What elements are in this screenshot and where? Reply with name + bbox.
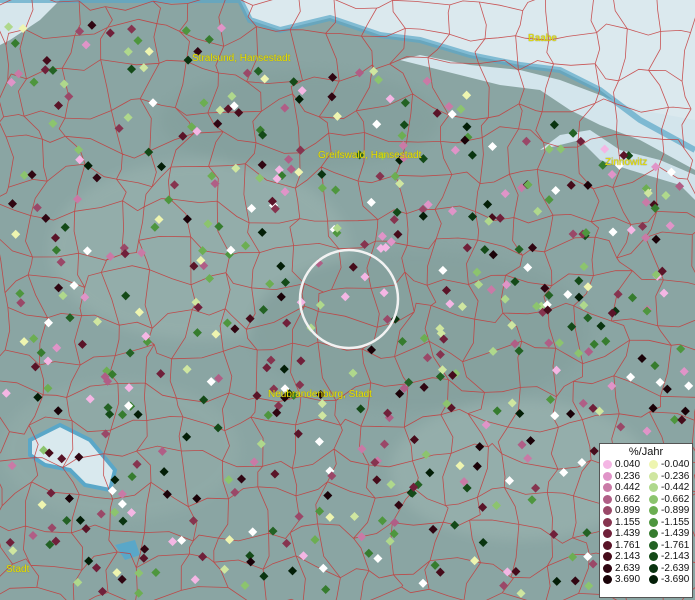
legend-row: 2.639 -2.639	[600, 563, 692, 575]
legend-value: -0.662	[661, 493, 690, 505]
legend-entry: 0.040	[600, 459, 646, 470]
legend-row: 1.439 -1.439	[600, 528, 692, 540]
legend-entry: 1.439	[600, 528, 646, 539]
legend-row: 0.442 -0.442	[600, 482, 692, 494]
legend-value: -1.155	[661, 516, 690, 528]
legend-swatch	[649, 506, 658, 516]
legend-entry: -3.690	[646, 574, 692, 585]
legend-swatch	[603, 529, 612, 539]
legend-value: -0.442	[661, 482, 690, 494]
legend-entry: -0.662	[646, 494, 692, 505]
legend-entry: 3.690	[600, 574, 646, 585]
legend-value: -0.899	[661, 505, 690, 517]
legend-row: 1.761 -1.761	[600, 540, 692, 552]
legend-swatch	[649, 552, 658, 562]
legend-value: 1.761	[615, 539, 641, 551]
legend-entry: -1.155	[646, 517, 692, 528]
legend-entry: 1.155	[600, 517, 646, 528]
legend-swatch	[649, 517, 658, 527]
legend-row: 0.662 -0.662	[600, 494, 692, 506]
legend-entry: -0.236	[646, 471, 692, 482]
legend-entry: 0.236	[600, 471, 646, 482]
legend-swatch	[603, 506, 612, 516]
legend-entry: -0.899	[646, 505, 692, 516]
legend-swatch	[603, 517, 612, 527]
legend-value: 2.143	[615, 551, 641, 563]
city-label-stadt: Stadt	[6, 564, 30, 575]
city-label-stralsund: Stralsund, Hansestadt	[192, 53, 291, 64]
legend-value: 3.690	[615, 574, 641, 586]
legend-row: 3.690 -3.690	[600, 574, 692, 586]
legend-rows: 0.040 -0.040 0.236 -0.236 0.442 -0.442 0.662 -0…	[600, 459, 692, 586]
legend-value: 0.236	[615, 470, 641, 482]
legend-swatch	[603, 460, 612, 470]
legend-entry: -2.639	[646, 563, 692, 574]
city-label-baabe: Baabe	[528, 33, 557, 44]
legend-value: -1.761	[661, 539, 690, 551]
legend-value: 1.439	[615, 528, 641, 540]
legend-swatch	[649, 483, 658, 493]
legend-swatch	[603, 563, 612, 573]
legend-swatch	[603, 471, 612, 481]
legend-entry: 2.143	[600, 551, 646, 562]
legend-value: 1.155	[615, 516, 641, 528]
legend-swatch	[603, 552, 612, 562]
city-label-greifswald: Greifswald, Hansestadt	[318, 150, 422, 161]
legend-value: -0.040	[661, 459, 690, 471]
legend-entry: -1.761	[646, 540, 692, 551]
legend-entry: 0.442	[600, 482, 646, 493]
legend-entry: 0.662	[600, 494, 646, 505]
legend-swatch	[649, 540, 658, 550]
legend-value: -2.143	[661, 551, 690, 563]
legend-swatch	[649, 563, 658, 573]
legend-value: -3.690	[661, 574, 690, 586]
legend-row: 2.143 -2.143	[600, 551, 692, 563]
legend-entry: -0.442	[646, 482, 692, 493]
legend-entry: 2.639	[600, 563, 646, 574]
legend-swatch	[649, 460, 658, 470]
legend-row: 0.040 -0.040	[600, 459, 692, 471]
legend-value: 0.662	[615, 493, 641, 505]
legend-entry: 1.761	[600, 540, 646, 551]
legend-swatch	[603, 575, 612, 585]
legend-value: 2.639	[615, 562, 641, 574]
legend-swatch	[649, 471, 658, 481]
legend-entry: -2.143	[646, 551, 692, 562]
legend: %/Jahr 0.040 -0.040 0.236 -0.236 0.442 -0.442…	[599, 443, 693, 598]
legend-swatch	[603, 483, 612, 493]
legend-row: 0.899 -0.899	[600, 505, 692, 517]
legend-value: 0.040	[615, 459, 641, 471]
legend-swatch	[649, 575, 658, 585]
map-canvas[interactable]	[0, 0, 695, 600]
legend-entry: -1.439	[646, 528, 692, 539]
legend-value: 0.442	[615, 482, 641, 494]
legend-row: 0.236 -0.236	[600, 471, 692, 483]
legend-swatch	[603, 540, 612, 550]
legend-value: -2.639	[661, 562, 690, 574]
legend-swatch	[649, 494, 658, 504]
legend-entry: -0.040	[646, 459, 692, 470]
legend-value: -0.236	[661, 470, 690, 482]
legend-row: 1.155 -1.155	[600, 517, 692, 529]
legend-value: -1.439	[661, 528, 690, 540]
city-label-neubrandenburg: Neubrandenburg, Stadt	[268, 389, 372, 400]
legend-swatch	[603, 494, 612, 504]
legend-title: %/Jahr	[628, 446, 664, 458]
city-label-zinnowitz: Zinnowitz	[605, 157, 648, 168]
legend-swatch	[649, 529, 658, 539]
legend-entry: 0.899	[600, 505, 646, 516]
legend-value: 0.899	[615, 505, 641, 517]
